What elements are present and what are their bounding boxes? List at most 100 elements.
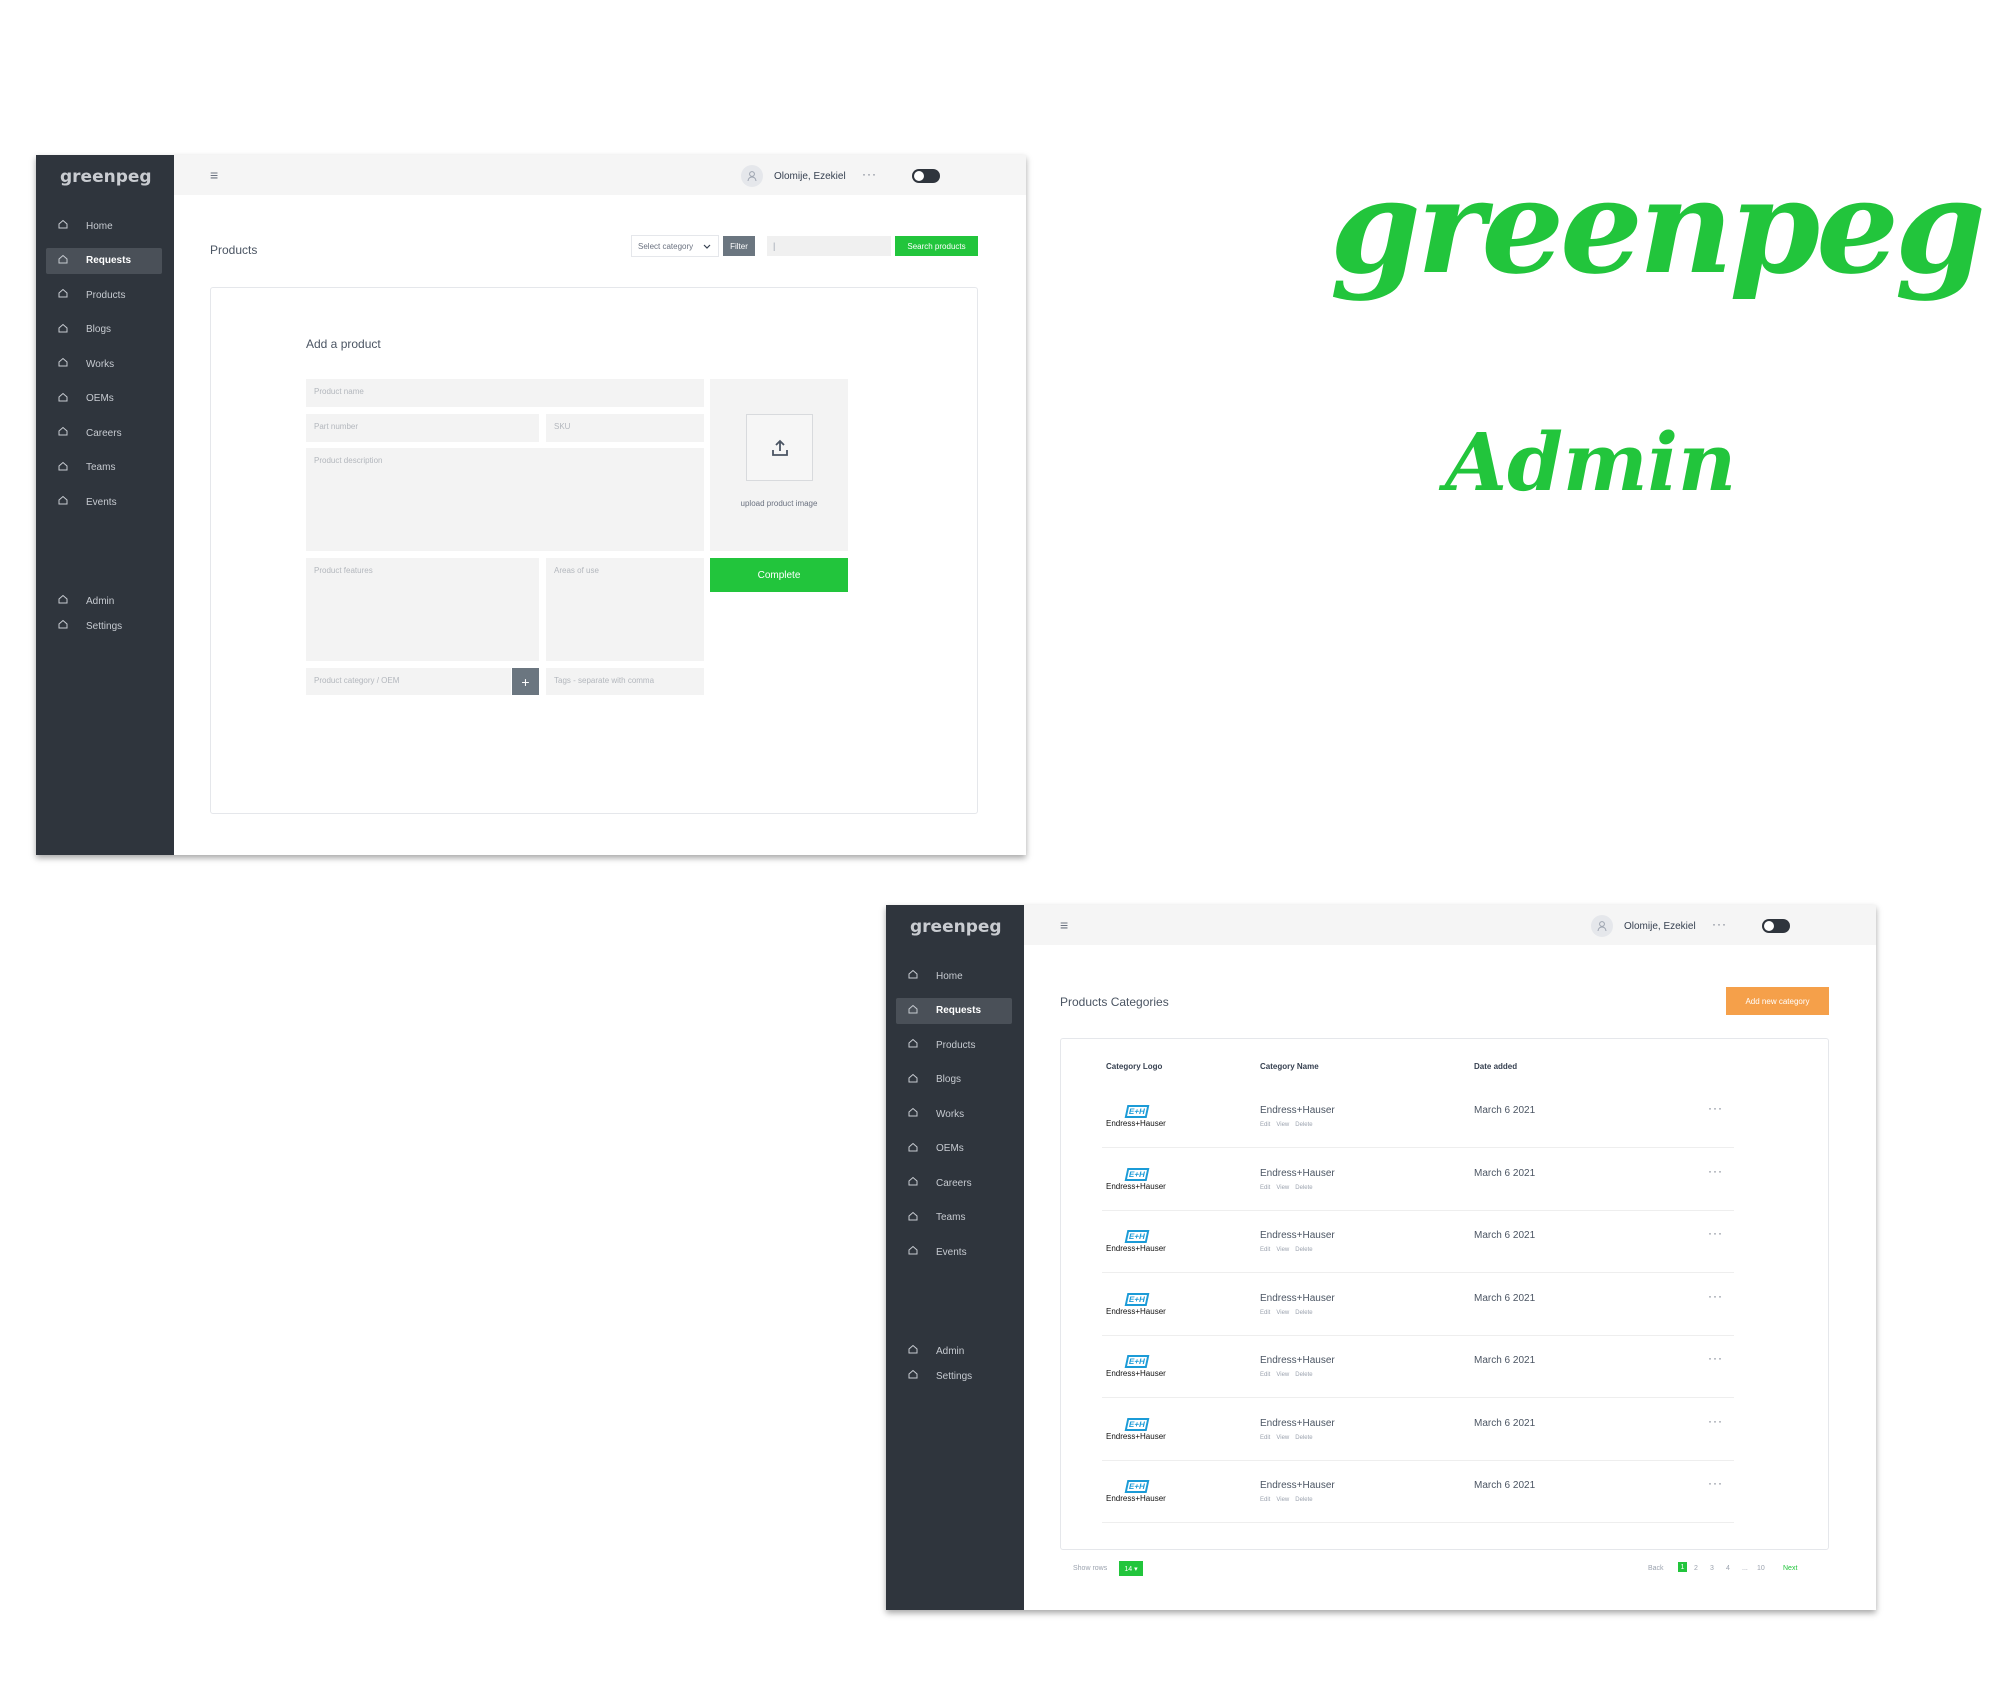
edit-link[interactable]: Edit bbox=[1260, 1310, 1270, 1316]
delete-link[interactable]: Delete bbox=[1295, 1247, 1312, 1253]
edit-link[interactable]: Edit bbox=[1260, 1435, 1270, 1441]
sidebar-item-admin[interactable]: Admin bbox=[896, 1341, 1012, 1361]
eh-logo-mark: E+H bbox=[1124, 1292, 1150, 1306]
row-divider bbox=[1102, 1272, 1734, 1273]
sidebar-item-teams[interactable]: Teams bbox=[46, 455, 162, 481]
avatar[interactable] bbox=[1591, 915, 1613, 937]
next-link[interactable]: Next bbox=[1783, 1565, 1797, 1572]
page-link[interactable]: 1 bbox=[1678, 1562, 1687, 1572]
part-number-field[interactable]: Part number bbox=[306, 414, 539, 442]
user-name[interactable]: Olomije, Ezekiel bbox=[1624, 921, 1696, 932]
sidebar-item-blogs[interactable]: Blogs bbox=[896, 1067, 1012, 1093]
row-menu-icon[interactable]: ··· bbox=[1708, 1414, 1723, 1428]
show-rows-label: Show rows bbox=[1073, 1565, 1108, 1572]
back-link[interactable]: Back bbox=[1648, 1565, 1664, 1572]
sidebar-item-label: Home bbox=[86, 220, 113, 232]
sidebar-item-requests[interactable]: Requests bbox=[896, 997, 1012, 1024]
sidebar-item-works[interactable]: Works bbox=[896, 1101, 1012, 1127]
edit-link[interactable]: Edit bbox=[1260, 1497, 1270, 1503]
sidebar-item-teams[interactable]: Teams bbox=[896, 1205, 1012, 1231]
view-link[interactable]: View bbox=[1276, 1122, 1289, 1128]
menu-icon[interactable]: ≡ bbox=[210, 167, 218, 183]
more-icon[interactable]: ··· bbox=[1712, 917, 1727, 931]
eh-logo-text: Endress+Hauser bbox=[1106, 1181, 1166, 1191]
delete-link[interactable]: Delete bbox=[1295, 1435, 1312, 1441]
row-menu-icon[interactable]: ··· bbox=[1708, 1289, 1723, 1303]
page-link[interactable]: 4 bbox=[1726, 1565, 1730, 1572]
edit-link[interactable]: Edit bbox=[1260, 1372, 1270, 1378]
more-icon[interactable]: ··· bbox=[862, 167, 877, 181]
sidebar-item-products[interactable]: Products bbox=[896, 1032, 1012, 1058]
view-link[interactable]: View bbox=[1276, 1247, 1289, 1253]
features-field[interactable]: Product features bbox=[306, 558, 539, 661]
add-category-button[interactable]: + bbox=[512, 668, 539, 695]
sidebar-item-works[interactable]: Works bbox=[46, 351, 162, 377]
sidebar-item-events[interactable]: Events bbox=[896, 1239, 1012, 1265]
theme-toggle[interactable] bbox=[1762, 919, 1790, 933]
complete-button[interactable]: Complete bbox=[710, 558, 848, 592]
sidebar-item-settings[interactable]: Settings bbox=[46, 616, 162, 636]
delete-link[interactable]: Delete bbox=[1295, 1310, 1312, 1316]
category-name: Endress+Hauser bbox=[1260, 1167, 1335, 1179]
delete-link[interactable]: Delete bbox=[1295, 1122, 1312, 1128]
avatar[interactable] bbox=[741, 165, 763, 187]
sku-field[interactable]: SKU bbox=[546, 414, 704, 442]
sidebar-item-admin[interactable]: Admin bbox=[46, 591, 162, 611]
view-link[interactable]: View bbox=[1276, 1497, 1289, 1503]
page-link[interactable]: ... bbox=[1742, 1565, 1748, 1572]
eh-logo-text: Endress+Hauser bbox=[1106, 1244, 1166, 1253]
edit-link[interactable]: Edit bbox=[1260, 1122, 1270, 1128]
eh-logo-text: Endress+Hauser bbox=[1106, 1306, 1166, 1316]
delete-link[interactable]: Delete bbox=[1295, 1185, 1312, 1191]
theme-toggle[interactable] bbox=[912, 169, 940, 183]
page-link[interactable]: 10 bbox=[1757, 1565, 1765, 1572]
areas-of-use-field[interactable]: Areas of use bbox=[546, 558, 704, 661]
category-select[interactable]: Select category bbox=[631, 235, 719, 257]
row-menu-icon[interactable]: ··· bbox=[1708, 1164, 1723, 1178]
sidebar-item-products[interactable]: Products bbox=[46, 282, 162, 308]
sidebar-item-careers[interactable]: Careers bbox=[46, 420, 162, 446]
add-category-button[interactable]: Add new category bbox=[1726, 987, 1829, 1015]
view-link[interactable]: View bbox=[1276, 1185, 1289, 1191]
sidebar-item-settings[interactable]: Settings bbox=[896, 1366, 1012, 1386]
filter-button[interactable]: Filter bbox=[723, 236, 755, 256]
delete-link[interactable]: Delete bbox=[1295, 1372, 1312, 1378]
user-name[interactable]: Olomije, Ezekiel bbox=[774, 171, 846, 182]
page-link[interactable]: 2 bbox=[1694, 1565, 1698, 1572]
sidebar-item-label: Events bbox=[936, 1246, 967, 1258]
category-name: Endress+Hauser bbox=[1260, 1417, 1335, 1429]
sidebar-item-careers[interactable]: Careers bbox=[896, 1170, 1012, 1196]
rows-per-page-select[interactable]: 14 ▾ bbox=[1119, 1561, 1143, 1576]
search-input[interactable]: | bbox=[767, 236, 891, 256]
sidebar-item-home[interactable]: Home bbox=[896, 963, 1012, 989]
product-name-field[interactable]: Product name bbox=[306, 379, 704, 407]
edit-link[interactable]: Edit bbox=[1260, 1185, 1270, 1191]
sidebar-item-home[interactable]: Home bbox=[46, 213, 162, 239]
categories-screen: greenpeg Home Requests Products Blogs Works O… bbox=[886, 905, 1876, 1610]
sidebar-item-oems[interactable]: OEMs bbox=[46, 386, 162, 412]
row-menu-icon[interactable]: ··· bbox=[1708, 1226, 1723, 1240]
category-oem-field[interactable]: Product category / OEM bbox=[306, 668, 511, 695]
home-icon bbox=[58, 392, 72, 406]
tags-field[interactable]: Tags - separate with comma bbox=[546, 668, 704, 695]
view-link[interactable]: View bbox=[1276, 1372, 1289, 1378]
row-menu-icon[interactable]: ··· bbox=[1708, 1476, 1723, 1490]
sidebar-item-blogs[interactable]: Blogs bbox=[46, 317, 162, 343]
menu-icon[interactable]: ≡ bbox=[1060, 917, 1068, 933]
home-icon bbox=[908, 1107, 922, 1121]
category-name: Endress+Hauser bbox=[1260, 1105, 1335, 1116]
row-menu-icon[interactable]: ··· bbox=[1708, 1101, 1723, 1115]
description-field[interactable]: Product description bbox=[306, 448, 704, 551]
upload-box[interactable] bbox=[746, 414, 813, 481]
sidebar-item-events[interactable]: Events bbox=[46, 489, 162, 515]
row-menu-icon[interactable]: ··· bbox=[1708, 1351, 1723, 1365]
view-link[interactable]: View bbox=[1276, 1310, 1289, 1316]
edit-link[interactable]: Edit bbox=[1260, 1247, 1270, 1253]
page-link[interactable]: 3 bbox=[1710, 1565, 1714, 1572]
delete-link[interactable]: Delete bbox=[1295, 1497, 1312, 1503]
sidebar-item-requests[interactable]: Requests bbox=[46, 247, 162, 274]
view-link[interactable]: View bbox=[1276, 1435, 1289, 1441]
search-button[interactable]: Search products bbox=[895, 236, 978, 256]
sidebar-item-label: Products bbox=[936, 1039, 976, 1051]
sidebar-item-oems[interactable]: OEMs bbox=[896, 1136, 1012, 1162]
